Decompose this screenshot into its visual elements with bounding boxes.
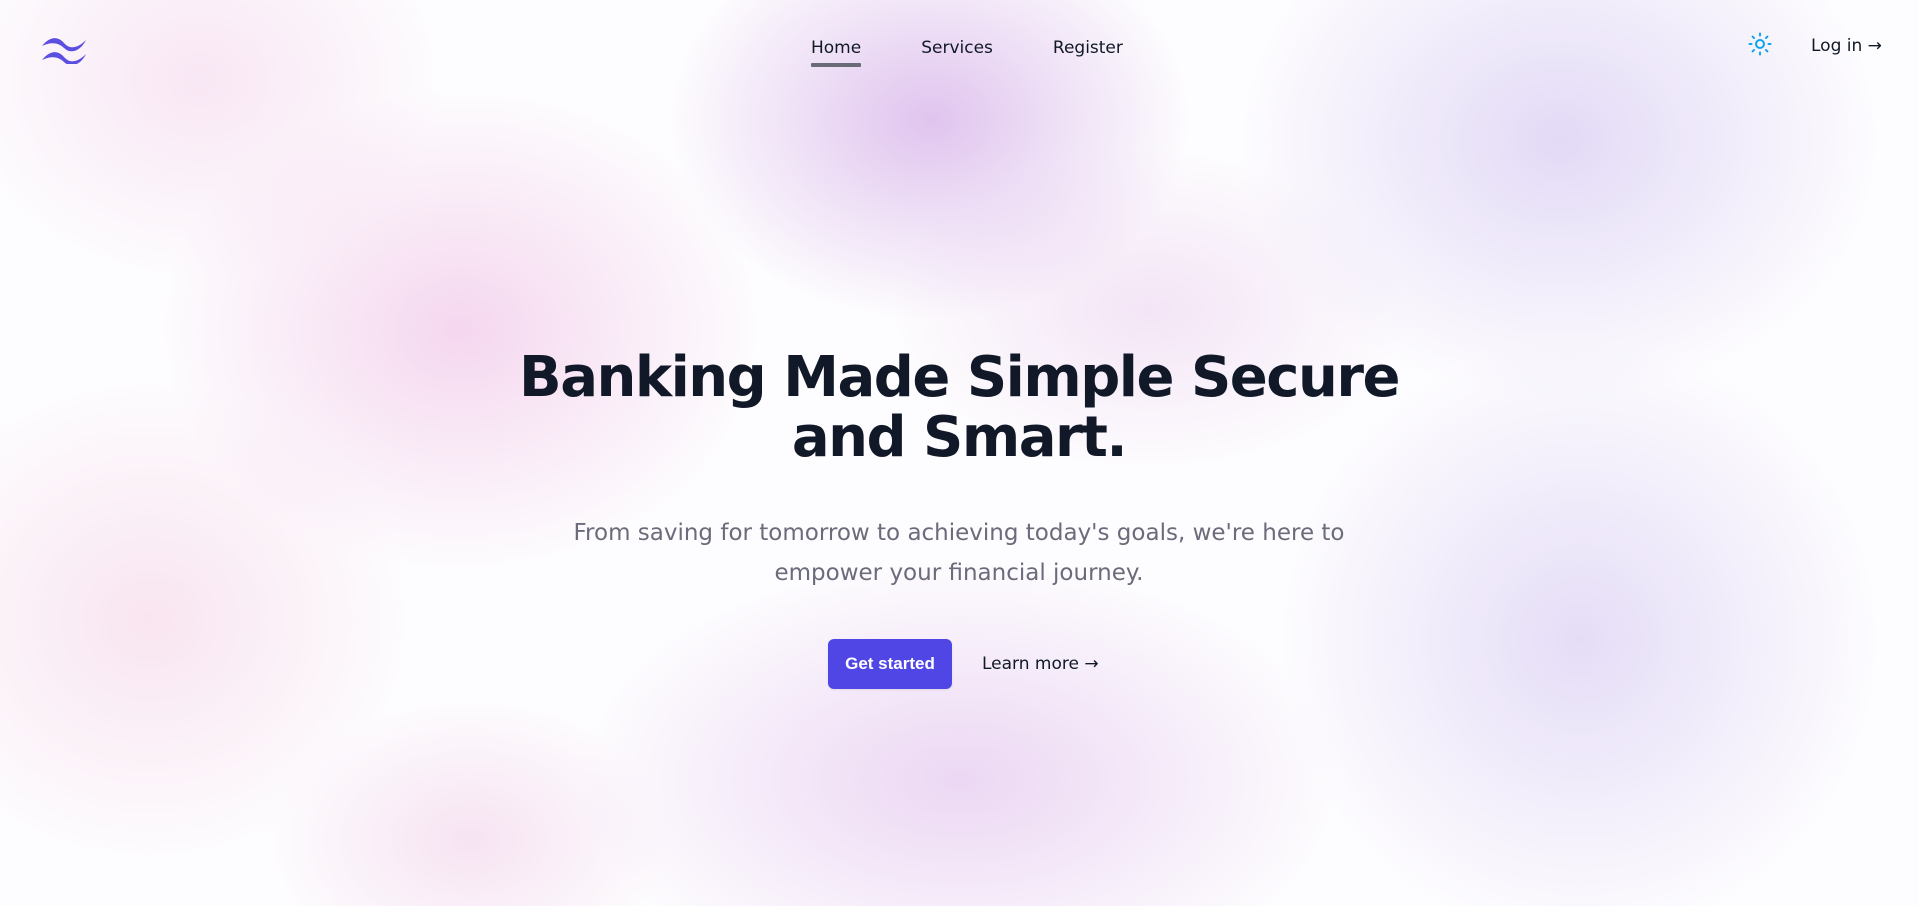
login-link[interactable]: Log in → [1811, 34, 1882, 58]
get-started-button[interactable]: Get started [828, 639, 952, 689]
nav-home-label: Home [811, 38, 862, 58]
hero-subtitle-line-1: From saving for tomorrow to achieving to… [573, 520, 1345, 546]
sun-icon[interactable] [1748, 32, 1772, 56]
hero-subtitle-line-2: empower your financial journey. [774, 560, 1144, 586]
nav-register-label: Register [1052, 38, 1123, 58]
nav-home[interactable]: Home [811, 36, 862, 67]
main-nav: Home Services Register [811, 36, 1123, 67]
nav-services[interactable]: Services [921, 36, 993, 60]
hero-title: Banking Made Simple Secure and Smart. [459, 348, 1459, 468]
hero-title-line-2: and Smart. [791, 405, 1128, 470]
hero-section: Home Services Register Log in → Banking … [0, 0, 1918, 907]
hero-title-line-1: Banking Made Simple Secure [519, 345, 1400, 410]
nav-register[interactable]: Register [1053, 36, 1123, 60]
nav-services-label: Services [921, 38, 993, 58]
logo-icon[interactable] [40, 34, 88, 64]
learn-more-link[interactable]: Learn more → [982, 652, 1099, 676]
cta-row: Get started Learn more → [828, 639, 1099, 689]
active-underline [811, 63, 862, 67]
hero-subtitle: From saving for tomorrow to achieving to… [559, 513, 1359, 593]
